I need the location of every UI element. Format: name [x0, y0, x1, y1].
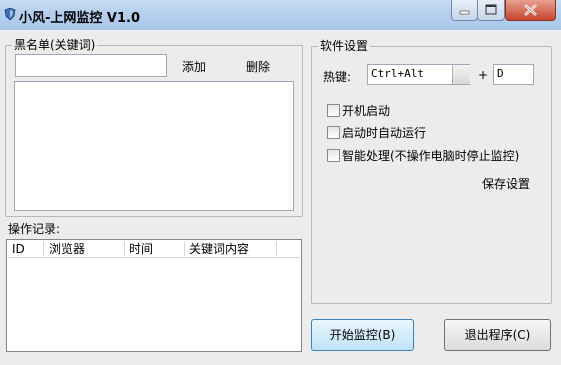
label-smart-mode[interactable]: 智能处理(不操作电脑时停止监控)	[342, 147, 519, 164]
minimize-icon	[459, 10, 470, 15]
minimize-button[interactable]	[451, 0, 478, 21]
checkbox-autostart[interactable]	[327, 104, 340, 117]
hotkey-key-value: D	[497, 67, 504, 80]
app-shield-icon	[4, 8, 16, 20]
main-window: 小风-上网监控 V1.0 黑名单(关键词) 添加 删除 操作记录: ID 浏览器…	[0, 0, 561, 365]
title-bar[interactable]: 小风-上网监控 V1.0	[0, 0, 561, 30]
start-monitor-label: 开始监控(B)	[329, 328, 396, 342]
client-area: 黑名单(关键词) 添加 删除 操作记录: ID 浏览器 时间 关键词内容 软件设…	[0, 30, 561, 365]
exit-button[interactable]: 退出程序(C)	[444, 319, 551, 351]
delete-button[interactable]: 删除	[246, 58, 270, 75]
window-title: 小风-上网监控 V1.0	[19, 11, 141, 26]
column-header-keyword[interactable]: 关键词内容	[185, 242, 277, 256]
maximize-icon	[485, 4, 497, 15]
log-table[interactable]: ID 浏览器 时间 关键词内容	[6, 239, 302, 352]
checkbox-smart-mode[interactable]	[327, 149, 340, 162]
hotkey-plus: +	[478, 68, 489, 82]
blacklist-list[interactable]	[14, 81, 294, 211]
column-header-browser[interactable]: 浏览器	[45, 242, 125, 256]
dropdown-arrow-icon[interactable]	[452, 65, 470, 84]
hotkey-modifier-value: Ctrl+Alt	[371, 67, 424, 80]
checkbox-auto-run[interactable]	[327, 126, 340, 139]
hotkey-key-input[interactable]: D	[493, 64, 534, 85]
exit-label: 退出程序(C)	[464, 328, 531, 342]
keyword-input[interactable]	[15, 54, 167, 77]
label-autostart[interactable]: 开机启动	[342, 102, 390, 119]
log-label: 操作记录:	[8, 222, 61, 236]
hotkey-modifier-select[interactable]: Ctrl+Alt	[367, 64, 470, 85]
start-monitor-button[interactable]: 开始监控(B)	[311, 319, 414, 351]
add-button[interactable]: 添加	[182, 58, 206, 75]
maximize-button[interactable]	[477, 0, 505, 21]
label-auto-run[interactable]: 启动时自动运行	[342, 124, 426, 141]
hotkey-label: 热键:	[323, 70, 352, 84]
log-table-header: ID 浏览器 时间 关键词内容	[8, 241, 300, 258]
close-icon	[524, 4, 537, 16]
save-settings-button[interactable]: 保存设置	[482, 175, 530, 192]
settings-legend: 软件设置	[318, 39, 371, 53]
blacklist-legend: 黑名单(关键词)	[12, 38, 98, 52]
column-header-time[interactable]: 时间	[125, 242, 185, 256]
column-header-id[interactable]: ID	[8, 242, 44, 256]
close-button[interactable]	[505, 0, 556, 21]
